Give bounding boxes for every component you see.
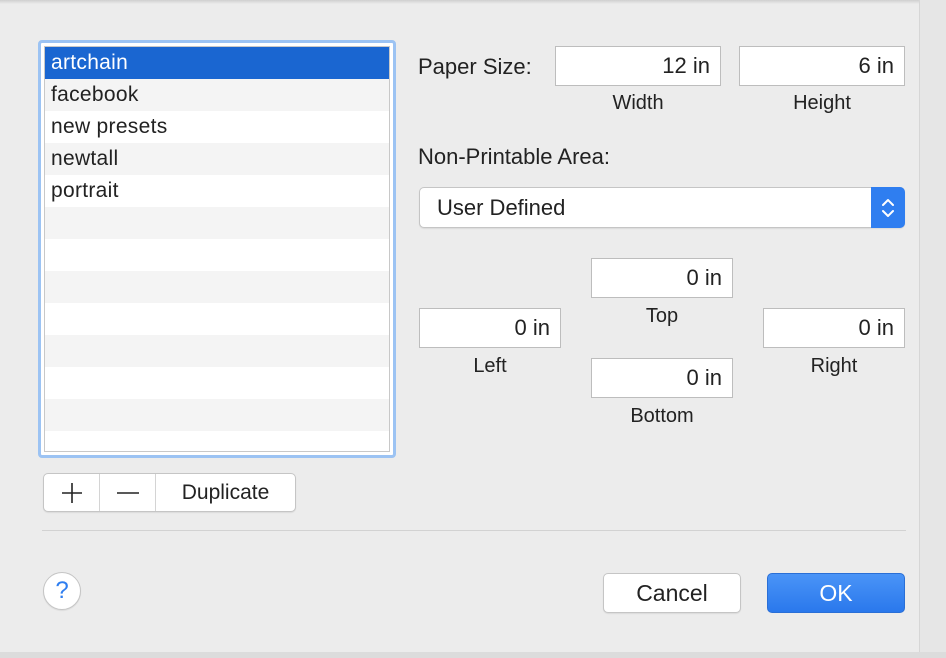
list-button-group: Duplicate	[43, 473, 296, 512]
preset-list-focus-ring: artchain facebook new presets newtall portra…	[38, 40, 396, 458]
list-item-empty[interactable]	[45, 207, 389, 239]
right-label: Right	[810, 355, 858, 377]
non-printable-area-value: User Defined	[437, 195, 566, 220]
list-item-empty[interactable]	[45, 303, 389, 335]
up-down-chevron-icon	[871, 187, 905, 228]
custom-paper-size-dialog: artchain facebook new presets newtall portra…	[0, 0, 946, 658]
paper-height-field[interactable]: 6 in	[739, 46, 905, 86]
preset-list[interactable]: artchain facebook new presets newtall portra…	[44, 46, 390, 452]
window-top-edge	[0, 0, 946, 4]
window-bottom-edge	[0, 652, 946, 658]
list-item-empty[interactable]	[45, 271, 389, 303]
list-item-empty[interactable]	[45, 335, 389, 367]
question-mark-icon: ?	[55, 577, 69, 604]
list-item-empty[interactable]	[45, 431, 389, 451]
margin-top-field[interactable]: 0 in	[591, 258, 733, 298]
remove-preset-button[interactable]	[100, 474, 156, 511]
cancel-button[interactable]: Cancel	[603, 573, 741, 613]
list-item-empty[interactable]	[45, 239, 389, 271]
margin-left-field[interactable]: 0 in	[419, 308, 561, 348]
add-preset-button[interactable]	[44, 474, 100, 511]
margin-right-field[interactable]: 0 in	[763, 308, 905, 348]
footer-divider	[42, 530, 906, 531]
help-button[interactable]: ?	[43, 572, 81, 610]
paper-width-field[interactable]: 12 in	[555, 46, 721, 86]
list-item-empty[interactable]	[45, 367, 389, 399]
non-printable-area-label: Non-Printable Area:	[418, 144, 610, 169]
bottom-label: Bottom	[630, 405, 694, 427]
list-item[interactable]: artchain	[45, 47, 389, 79]
minus-icon	[116, 491, 139, 494]
width-label: Width	[612, 92, 664, 114]
plus-icon	[61, 482, 82, 503]
height-label: Height	[793, 92, 851, 114]
top-label: Top	[645, 305, 679, 327]
list-item[interactable]: portrait	[45, 175, 389, 207]
non-printable-area-select[interactable]: User Defined	[419, 187, 905, 228]
list-item-empty[interactable]	[45, 399, 389, 431]
duplicate-button[interactable]: Duplicate	[156, 474, 295, 511]
paper-size-label: Paper Size:	[418, 54, 532, 79]
window-right-edge	[919, 0, 946, 658]
list-item[interactable]: newtall	[45, 143, 389, 175]
list-item[interactable]: new presets	[45, 111, 389, 143]
left-label: Left	[473, 355, 507, 377]
ok-button[interactable]: OK	[767, 573, 905, 613]
margin-bottom-field[interactable]: 0 in	[591, 358, 733, 398]
list-item[interactable]: facebook	[45, 79, 389, 111]
